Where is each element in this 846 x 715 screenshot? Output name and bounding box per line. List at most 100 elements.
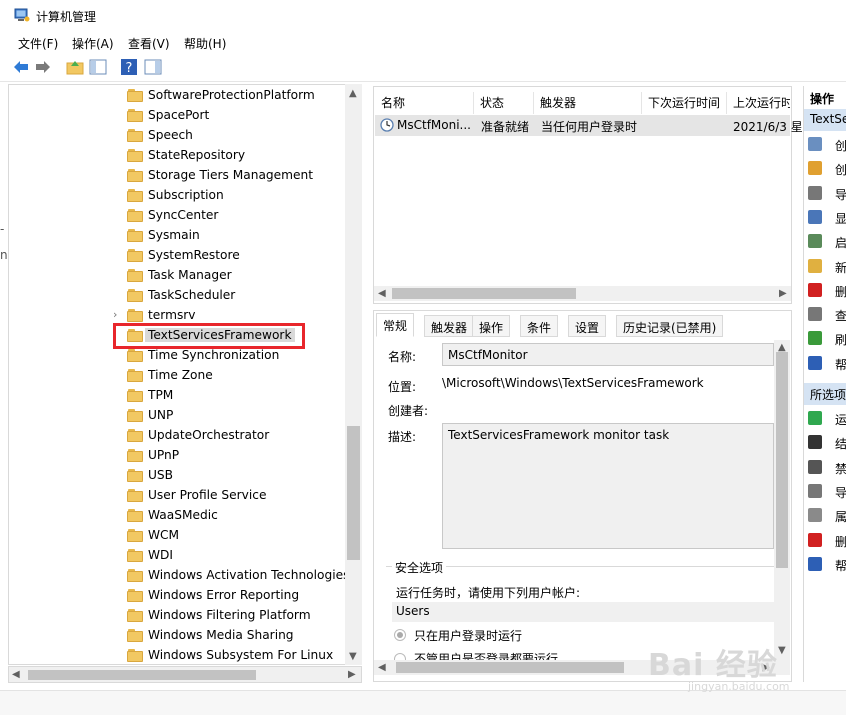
- scroll-right-arrow-icon[interactable]: ▶: [779, 288, 787, 299]
- tree-scroll-thumb[interactable]: [347, 426, 360, 560]
- selected-action-item[interactable]: 禁: [806, 457, 846, 479]
- tree-item[interactable]: WCM: [9, 526, 349, 546]
- tree-item[interactable]: UpdateOrchestrator: [9, 426, 349, 446]
- selected-action-item[interactable]: 属: [806, 505, 846, 527]
- folder-icon: [127, 289, 143, 302]
- tree-item[interactable]: WDI: [9, 546, 349, 566]
- tab-conditions[interactable]: 条件: [520, 315, 559, 337]
- action-label: 属: [835, 510, 846, 525]
- tree-item[interactable]: USB: [9, 466, 349, 486]
- column-header-trigger[interactable]: 触发器: [534, 92, 642, 114]
- tree-item[interactable]: TaskScheduler: [9, 286, 349, 306]
- column-header-status[interactable]: 状态: [474, 92, 534, 114]
- radio-logged-on-only[interactable]: [394, 629, 406, 641]
- tab-triggers[interactable]: 触发器: [424, 315, 475, 337]
- folder-action-item[interactable]: 创: [806, 158, 846, 180]
- tree-item[interactable]: WaaSMedic: [9, 506, 349, 526]
- scroll-left-arrow-icon[interactable]: ◀: [378, 662, 386, 673]
- column-header-last-run[interactable]: 上次运行时: [727, 92, 790, 114]
- tree-item[interactable]: StateRepository: [9, 146, 349, 166]
- actions-section-textservices[interactable]: TextSe: [804, 109, 846, 131]
- folder-action-item[interactable]: 启: [806, 231, 846, 253]
- folder-action-item[interactable]: 导: [806, 183, 846, 205]
- expand-chevron-icon[interactable]: ›: [113, 308, 117, 321]
- scroll-left-arrow-icon[interactable]: ◀: [378, 288, 386, 299]
- scroll-right-arrow-icon[interactable]: ▶: [348, 669, 356, 680]
- tree-item-label: USB: [148, 468, 174, 482]
- actions-header: 操作: [810, 92, 835, 106]
- tree-item[interactable]: Windows Subsystem For Linux: [9, 646, 349, 664]
- folder-icon: [127, 469, 143, 482]
- tree-item[interactable]: Subscription: [9, 186, 349, 206]
- radio-circle: [394, 653, 406, 660]
- folder-icon: [127, 549, 143, 562]
- detail-hscroll-thumb[interactable]: [396, 662, 624, 673]
- menu-help[interactable]: 帮助(H): [184, 35, 226, 52]
- scroll-down-arrow-icon[interactable]: ▼: [778, 645, 786, 656]
- tree-item[interactable]: UNP: [9, 406, 349, 426]
- folder-action-item[interactable]: 新: [806, 256, 846, 278]
- menu-file[interactable]: 文件(F): [18, 35, 58, 52]
- folder-icon: [127, 89, 143, 102]
- tree-item[interactable]: User Profile Service: [9, 486, 349, 506]
- tree-item[interactable]: SyncCenter: [9, 206, 349, 226]
- title-bar: [0, 0, 846, 32]
- actions-section-selected[interactable]: 所选项: [804, 383, 846, 405]
- tab-history[interactable]: 历史记录(已禁用): [616, 315, 724, 337]
- tree-item[interactable]: UPnP: [9, 446, 349, 466]
- tree-item[interactable]: SpacePort: [9, 106, 349, 126]
- folder-action-item[interactable]: 删: [806, 280, 846, 302]
- tree-hscroll-thumb[interactable]: [28, 670, 256, 680]
- tree-item[interactable]: Windows Media Sharing: [9, 626, 349, 646]
- show-hide-tree-icon[interactable]: [89, 58, 107, 76]
- scroll-left-arrow-icon[interactable]: ◀: [12, 669, 20, 680]
- help-icon[interactable]: ?: [120, 58, 138, 76]
- up-folder-icon[interactable]: [66, 58, 84, 76]
- list-hscroll-thumb[interactable]: [392, 288, 576, 299]
- tree-item[interactable]: Storage Tiers Management: [9, 166, 349, 186]
- tree-item[interactable]: Windows Filtering Platform: [9, 606, 349, 626]
- selected-action-item[interactable]: 删: [806, 530, 846, 552]
- forward-arrow-icon[interactable]: [34, 58, 52, 76]
- tree-item[interactable]: TPM: [9, 386, 349, 406]
- tree-item[interactable]: Windows Error Reporting: [9, 586, 349, 606]
- description-field[interactable]: TextServicesFramework monitor task: [442, 423, 774, 549]
- folder-icon: [127, 249, 143, 262]
- tree-vertical-scrollbar[interactable]: [345, 84, 362, 665]
- folder-action-item[interactable]: 帮: [806, 353, 846, 375]
- folder-icon: [127, 309, 143, 322]
- folder-action-item[interactable]: 创: [806, 134, 846, 156]
- selected-action-item[interactable]: 运: [806, 408, 846, 430]
- folder-action-item[interactable]: 显: [806, 207, 846, 229]
- folder-action-item[interactable]: 查: [806, 304, 846, 326]
- tree-item[interactable]: SystemRestore: [9, 246, 349, 266]
- tree-item[interactable]: Time Zone: [9, 366, 349, 386]
- radio-whether-logged-on[interactable]: [394, 653, 406, 660]
- menu-action[interactable]: 操作(A): [72, 35, 114, 52]
- menu-view[interactable]: 查看(V): [128, 35, 170, 52]
- show-action-pane-icon[interactable]: [144, 58, 162, 76]
- detail-vscroll-thumb[interactable]: [776, 352, 788, 568]
- selected-action-item[interactable]: 导: [806, 481, 846, 503]
- tree-item[interactable]: SoftwareProtectionPlatform: [9, 86, 349, 106]
- tree-item[interactable]: Sysmain: [9, 226, 349, 246]
- selected-action-item[interactable]: 帮: [806, 554, 846, 576]
- tree-item[interactable]: Windows Activation Technologies: [9, 566, 349, 586]
- column-header-next-run[interactable]: 下次运行时间: [642, 92, 727, 114]
- back-arrow-icon[interactable]: [12, 58, 30, 76]
- name-field[interactable]: MsCtfMonitor: [442, 343, 774, 366]
- column-header-name[interactable]: 名称: [375, 92, 474, 114]
- tree-item[interactable]: Time Synchronization: [9, 346, 349, 366]
- scroll-down-arrow-icon[interactable]: ▼: [349, 651, 357, 662]
- scroll-up-arrow-icon[interactable]: ▲: [349, 88, 357, 99]
- task-scheduler-tree[interactable]: SoftwareProtectionPlatform SpacePort Speec…: [8, 84, 362, 665]
- tree-item-label: Time Synchronization: [148, 348, 280, 362]
- user-account-field[interactable]: Users: [392, 602, 774, 622]
- tab-settings[interactable]: 设置: [568, 315, 607, 337]
- tree-item[interactable]: Task Manager: [9, 266, 349, 286]
- selected-action-item[interactable]: 结: [806, 432, 846, 454]
- tab-actions[interactable]: 操作: [472, 315, 511, 337]
- folder-action-item[interactable]: 刷: [806, 328, 846, 350]
- tab-general[interactable]: 常规: [376, 313, 415, 337]
- tree-item[interactable]: Speech: [9, 126, 349, 146]
